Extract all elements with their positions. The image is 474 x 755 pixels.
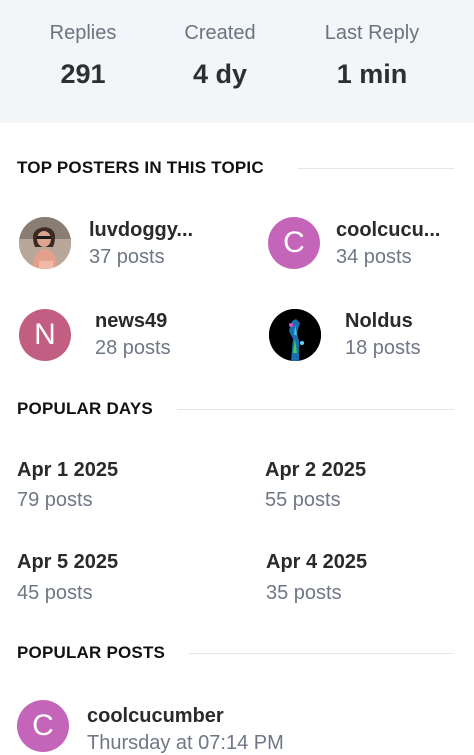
avatar[interactable]: C	[268, 217, 320, 269]
poster-name[interactable]: Noldus	[345, 310, 413, 333]
poster-post-count: 37 posts	[89, 246, 165, 268]
top-posters-divider	[298, 168, 454, 169]
day-post-count: 79 posts	[17, 489, 93, 511]
day-date[interactable]: Apr 4 2025	[266, 551, 367, 574]
day-post-count: 45 posts	[17, 582, 93, 604]
avatar[interactable]	[19, 217, 71, 269]
day-post-count: 55 posts	[265, 489, 341, 511]
topic-stats-bar: Replies 291 Created 4 dy Last Reply 1 mi…	[0, 0, 474, 123]
popular-days-heading: POPULAR DAYS	[17, 399, 153, 418]
created-stat: Created 4 dy	[164, 22, 276, 90]
poster-name[interactable]: news49	[95, 310, 167, 333]
poster-post-count: 34 posts	[336, 246, 412, 268]
avatar[interactable]: N	[19, 309, 71, 361]
avatar-letter: C	[32, 709, 54, 742]
avatar[interactable]: C	[17, 700, 69, 752]
replies-label: Replies	[49, 22, 117, 44]
user-photo-icon	[19, 217, 71, 269]
post-time: Thursday at 07:14 PM	[87, 732, 284, 754]
avatar[interactable]	[269, 309, 321, 361]
top-posters-heading: TOP POSTERS IN THIS TOPIC	[17, 158, 264, 177]
poster-post-count: 18 posts	[345, 337, 421, 359]
user-photo-icon	[269, 309, 321, 361]
avatar-letter: C	[283, 226, 305, 259]
replies-stat: Replies 291	[28, 22, 138, 90]
poster-name[interactable]: luvdoggy...	[89, 219, 193, 242]
avatar-letter: N	[34, 318, 56, 351]
last-reply-value[interactable]: 1 min	[311, 59, 433, 90]
replies-value: 291	[60, 59, 106, 89]
day-date[interactable]: Apr 5 2025	[17, 551, 118, 574]
poster-post-count: 28 posts	[95, 337, 171, 359]
created-value: 4 dy	[192, 59, 248, 89]
day-date[interactable]: Apr 2 2025	[265, 459, 366, 482]
popular-posts-heading: POPULAR POSTS	[17, 643, 166, 662]
popular-days-divider	[177, 409, 454, 410]
poster-name[interactable]: coolcucu...	[336, 219, 440, 242]
day-post-count: 35 posts	[266, 582, 342, 604]
last-reply-label: Last Reply	[324, 22, 420, 44]
day-date[interactable]: Apr 1 2025	[17, 459, 118, 482]
created-label: Created	[184, 22, 256, 44]
last-reply-stat[interactable]: Last Reply 1 min	[311, 22, 433, 90]
popular-posts-divider	[189, 653, 454, 654]
post-author[interactable]: coolcucumber	[87, 705, 224, 728]
